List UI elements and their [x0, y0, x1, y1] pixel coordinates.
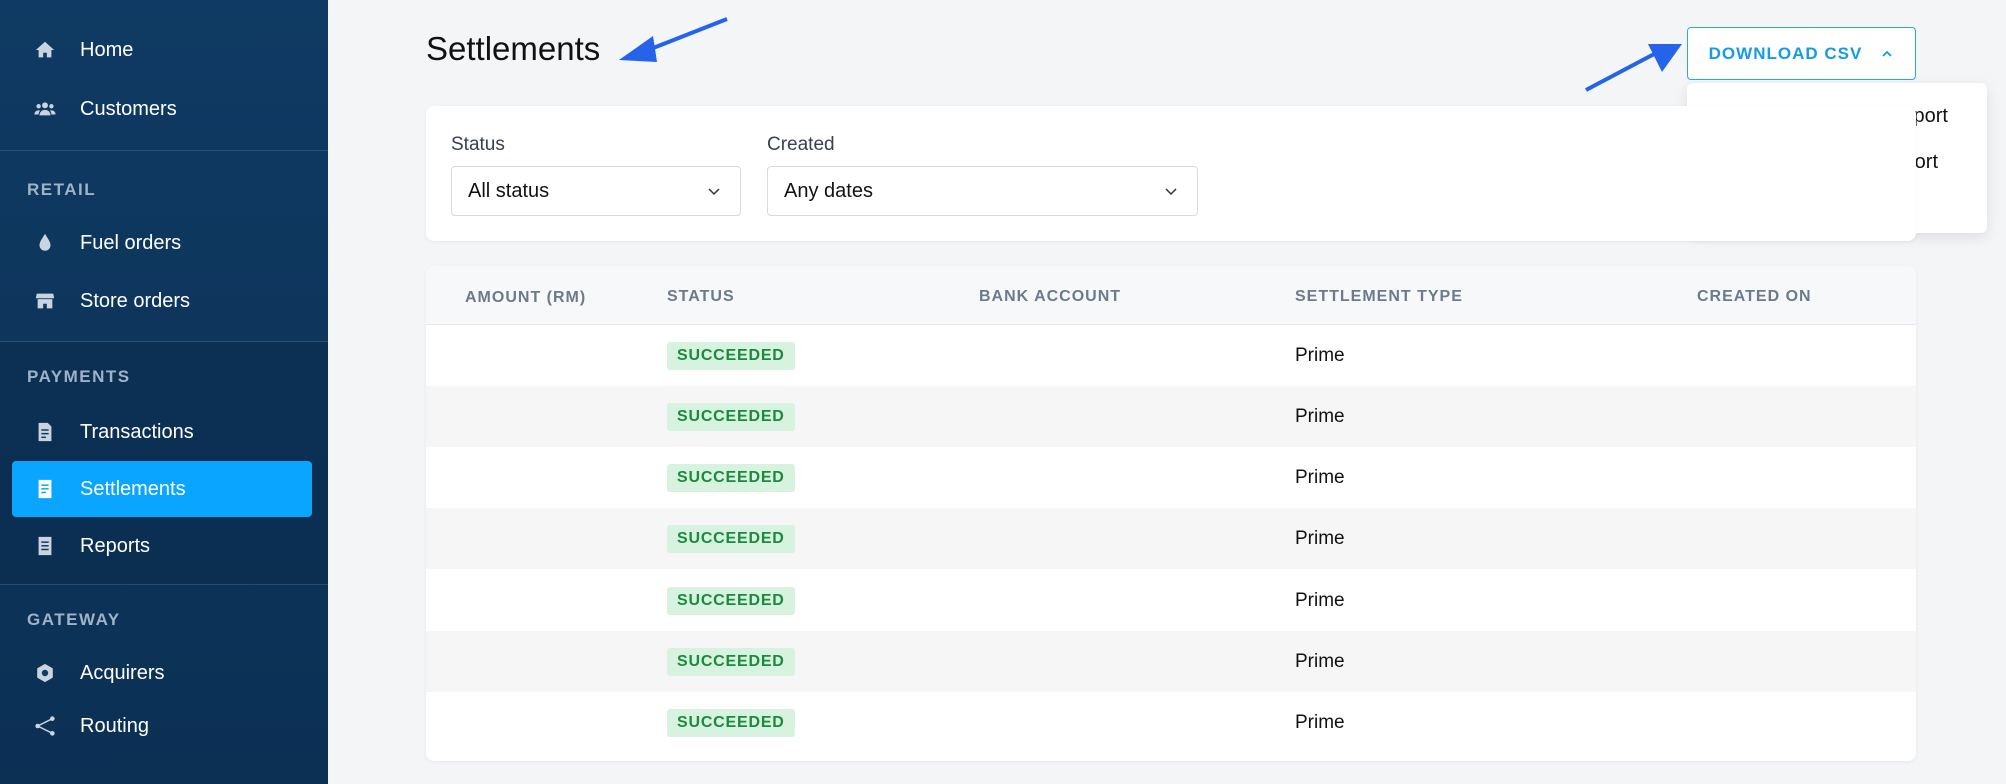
sidebar-heading-payments: PAYMENTS — [27, 367, 131, 386]
annotation-arrow-icon — [1585, 44, 1682, 92]
fuel-drop-icon — [34, 232, 56, 254]
transactions-icon — [34, 421, 56, 443]
sidebar-item-label: Transactions — [80, 420, 194, 443]
sidebar-item-transactions[interactable]: Transactions — [12, 404, 312, 460]
status-filter-label: Status — [451, 134, 505, 155]
users-icon — [34, 98, 56, 120]
routing-icon — [34, 715, 56, 737]
settlements-table: AMOUNT (RM) STATUS BANK ACCOUNT SETTLEME… — [426, 266, 1916, 761]
reports-icon — [34, 535, 56, 557]
table-row[interactable]: SUCCEEDED Prime — [426, 508, 1916, 569]
sidebar-item-label: Customers — [80, 97, 177, 120]
table-header: AMOUNT (RM) STATUS BANK ACCOUNT SETTLEME… — [426, 266, 1916, 325]
settlement-type-cell: Prime — [1295, 528, 1345, 549]
sidebar-heading-retail: RETAIL — [27, 180, 97, 199]
sidebar-item-label: Fuel orders — [80, 231, 182, 254]
settlement-type-cell: Prime — [1295, 651, 1345, 672]
created-select[interactable]: Any dates — [767, 166, 1198, 216]
column-header-bank-account[interactable]: BANK ACCOUNT — [979, 288, 1121, 306]
sidebar-item-customers[interactable]: Customers — [12, 81, 312, 137]
column-header-settlement-type[interactable]: SETTLEMENT TYPE — [1295, 288, 1463, 306]
sidebar-item-reports[interactable]: Reports — [12, 518, 312, 574]
table-row[interactable]: SUCCEEDED Prime — [426, 631, 1916, 692]
sidebar-item-label: Acquirers — [80, 661, 165, 684]
annotation-arrow-icon — [619, 17, 728, 62]
column-header-status[interactable]: STATUS — [667, 288, 735, 306]
sidebar-divider — [0, 341, 328, 342]
sidebar-item-settlements[interactable]: Settlements — [12, 461, 312, 517]
settlement-type-cell: Prime — [1295, 590, 1345, 611]
home-icon — [34, 39, 56, 61]
sidebar-item-label: Settlements — [80, 477, 186, 500]
table-row[interactable]: SUCCEEDED Prime — [426, 692, 1916, 753]
download-csv-label: DOWNLOAD CSV — [1708, 43, 1863, 63]
store-icon — [34, 290, 56, 312]
column-header-amount[interactable]: AMOUNT (RM) — [465, 289, 586, 307]
sidebar-item-label: Routing — [80, 714, 149, 737]
table-row[interactable]: SUCCEEDED Prime — [426, 570, 1916, 631]
column-header-created-on[interactable]: CREATED ON — [1697, 288, 1812, 306]
status-badge: SUCCEEDED — [667, 648, 795, 676]
sidebar-item-home[interactable]: Home — [12, 22, 312, 78]
sidebar-divider — [0, 584, 328, 585]
download-csv-button[interactable]: DOWNLOAD CSV — [1687, 27, 1916, 80]
table-row[interactable]: SUCCEEDED Prime — [426, 325, 1916, 386]
status-badge: SUCCEEDED — [667, 587, 795, 615]
chevron-down-icon — [1165, 188, 1177, 196]
sidebar-divider — [0, 150, 328, 151]
settlement-type-cell: Prime — [1295, 712, 1345, 733]
status-select-value: All status — [468, 179, 550, 202]
table-row[interactable]: SUCCEEDED Prime — [426, 386, 1916, 447]
sidebar: Home Customers RETAIL Fuel orders Store … — [0, 0, 328, 784]
sidebar-item-acquirers[interactable]: Acquirers — [12, 645, 312, 701]
page-title: Settlements — [426, 30, 601, 67]
status-badge: SUCCEEDED — [667, 525, 795, 553]
created-filter-label: Created — [767, 134, 835, 155]
status-badge: SUCCEEDED — [667, 403, 795, 431]
sidebar-item-routing[interactable]: Routing — [12, 698, 312, 754]
status-select[interactable]: All status — [451, 166, 741, 216]
settlements-icon — [34, 478, 56, 500]
acquirers-icon — [34, 662, 56, 684]
status-badge: SUCCEEDED — [667, 464, 795, 492]
sidebar-heading-gateway: GATEWAY — [27, 610, 121, 629]
chevron-down-icon — [708, 188, 720, 196]
settlement-type-cell: Prime — [1295, 406, 1345, 427]
created-select-value: Any dates — [784, 179, 873, 202]
status-badge: SUCCEEDED — [667, 709, 795, 737]
chevron-up-icon — [1882, 50, 1892, 57]
sidebar-item-store-orders[interactable]: Store orders — [12, 273, 312, 329]
sidebar-item-fuel-orders[interactable]: Fuel orders — [12, 215, 312, 271]
table-row[interactable]: SUCCEEDED Prime — [426, 447, 1916, 508]
sidebar-item-label: Store orders — [80, 289, 191, 312]
status-badge: SUCCEEDED — [667, 342, 795, 370]
sidebar-item-label: Home — [80, 38, 134, 61]
filter-card: Status All status Created Any dates — [426, 106, 1916, 241]
settlement-type-cell: Prime — [1295, 467, 1345, 488]
settlement-type-cell: Prime — [1295, 345, 1345, 366]
sidebar-item-label: Reports — [80, 534, 151, 557]
